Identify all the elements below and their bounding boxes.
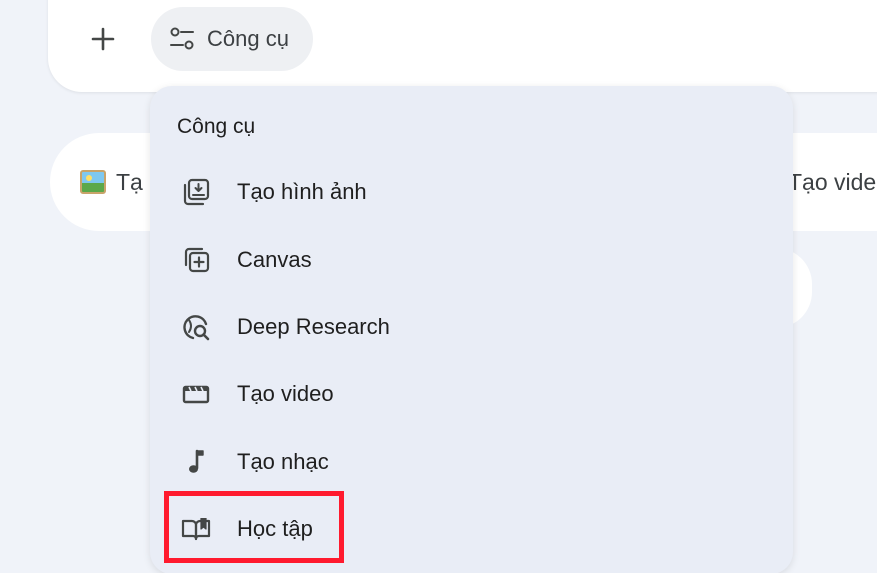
canvas-icon bbox=[180, 244, 212, 276]
menu-item-create-music[interactable]: Tạo nhạc bbox=[150, 432, 793, 492]
tools-button[interactable]: Công cụ bbox=[151, 7, 313, 71]
menu-item-create-image[interactable]: Tạo hình ảnh bbox=[150, 162, 793, 222]
menu-item-create-video[interactable]: Tạo video bbox=[150, 364, 793, 424]
plus-icon bbox=[91, 27, 115, 51]
image-generate-icon bbox=[180, 176, 212, 208]
sliders-icon bbox=[170, 27, 194, 50]
video-icon bbox=[180, 378, 212, 410]
menu-item-label: Canvas bbox=[237, 247, 312, 272]
tools-button-label: Công cụ bbox=[207, 26, 289, 51]
page: Công cụ Tạ Tạo vide Công cụ Tạo hình ảnh bbox=[0, 0, 877, 573]
picture-icon bbox=[80, 170, 106, 194]
highlight-annotation-box bbox=[164, 491, 344, 563]
menu-item-label: Tạo hình ảnh bbox=[237, 179, 367, 204]
deep-research-icon bbox=[180, 311, 212, 343]
suggestion-chip-image-label: Tạ bbox=[116, 168, 143, 195]
music-note-icon bbox=[180, 446, 212, 478]
menu-item-label: Tạo video bbox=[237, 381, 334, 406]
menu-title: Công cụ bbox=[177, 115, 256, 138]
menu-item-deep-research[interactable]: Deep Research bbox=[150, 297, 793, 357]
menu-item-label: Deep Research bbox=[237, 314, 390, 339]
menu-item-canvas[interactable]: Canvas bbox=[150, 230, 793, 290]
suggestion-chip-video-label: Tạo vide bbox=[788, 168, 877, 195]
add-button[interactable] bbox=[84, 20, 122, 58]
menu-item-label: Tạo nhạc bbox=[237, 449, 329, 474]
tools-menu: Công cụ Tạo hình ảnh Canvas Deep Researc… bbox=[150, 86, 793, 573]
